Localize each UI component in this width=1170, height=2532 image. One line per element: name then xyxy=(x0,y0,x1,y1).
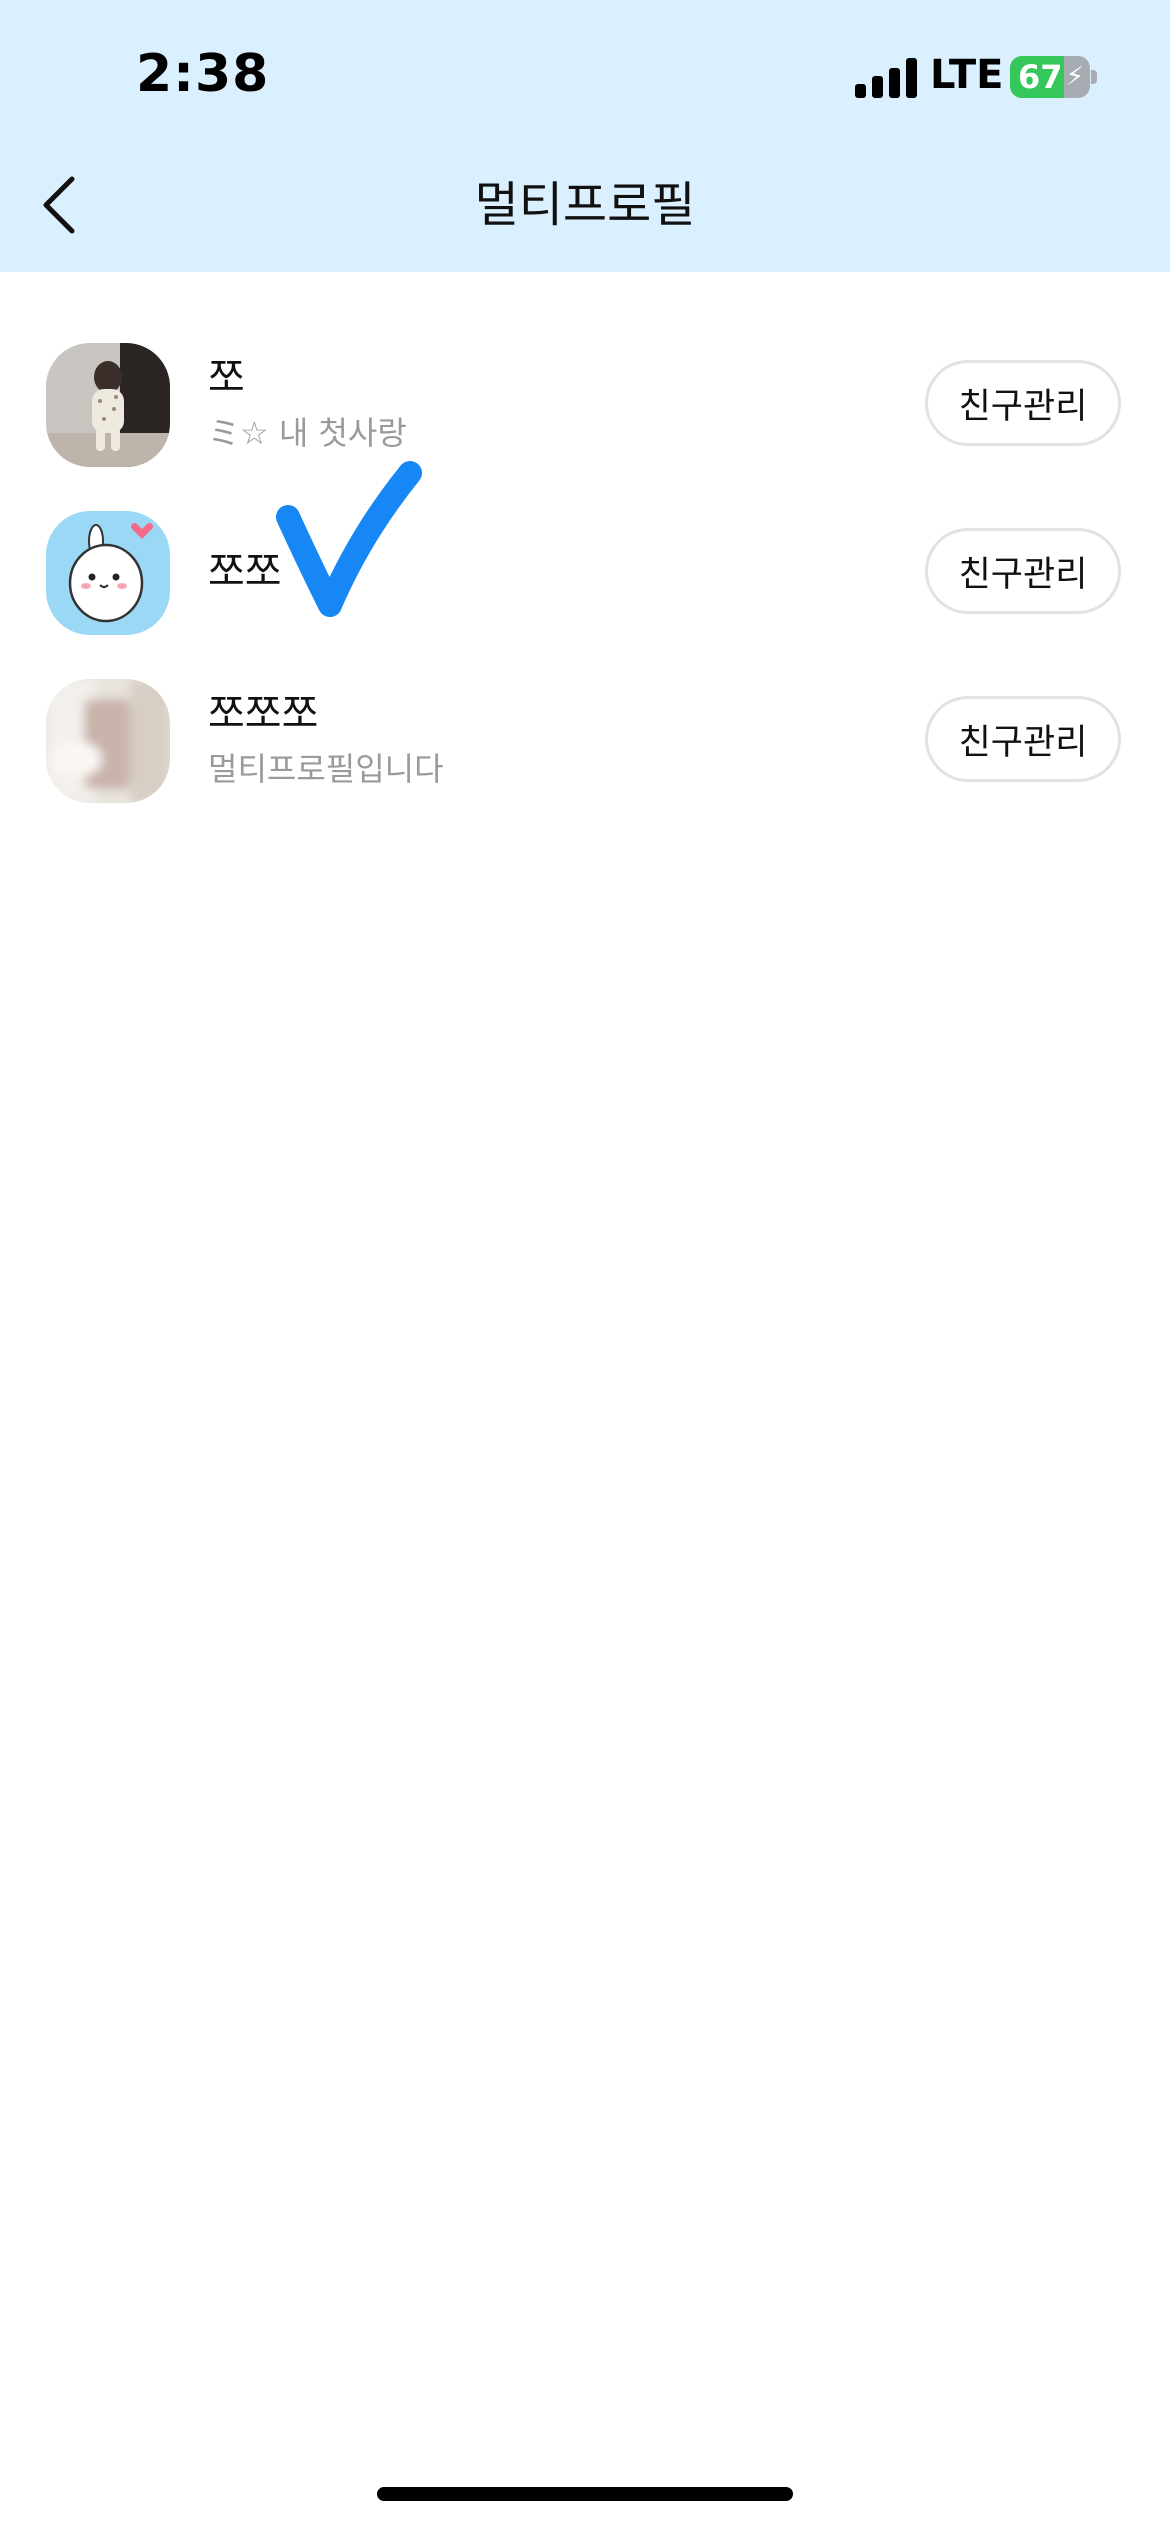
profile-avatar[interactable] xyxy=(46,511,170,635)
bunny-character-thumbnail xyxy=(46,511,170,635)
home-indicator[interactable] xyxy=(377,2487,793,2501)
manage-friends-button[interactable]: 친구관리 xyxy=(925,360,1121,446)
charging-bolt-icon: ⚡ xyxy=(1065,62,1084,92)
battery-nub xyxy=(1091,70,1097,84)
network-type: LTE xyxy=(930,52,1004,98)
signal-icon xyxy=(855,58,917,98)
profile-status-message: 멀티프로필입니다 xyxy=(208,750,444,788)
profile-row[interactable]: 쪼쪼쪼 멀티프로필입니다 친구관리 xyxy=(0,679,1170,847)
manage-friends-button[interactable]: 친구관리 xyxy=(925,696,1121,782)
profile-name: 쪼쪼쪼 xyxy=(208,691,319,737)
profile-avatar[interactable] xyxy=(46,679,170,803)
battery-icon: 67 ⚡ xyxy=(1010,56,1090,98)
check-mark-icon xyxy=(276,461,422,617)
profile-row[interactable]: 쪼 ミ☆ 내 첫사랑 친구관리 xyxy=(0,343,1170,511)
profile-name: 쪼 xyxy=(208,355,245,401)
page-title: 멀티프로필 xyxy=(474,177,696,233)
status-time: 2:38 xyxy=(136,44,270,104)
blurred-photo-thumbnail xyxy=(46,679,170,803)
profile-status-message: ミ☆ 내 첫사랑 xyxy=(208,414,407,452)
manage-friends-button[interactable]: 친구관리 xyxy=(925,528,1121,614)
profile-row[interactable]: 쪼쪼 친구관리 xyxy=(0,511,1170,679)
profile-avatar[interactable] xyxy=(46,343,170,467)
header-bar: 2:38 LTE 67 ⚡ 멀티프로필 xyxy=(0,0,1170,272)
photo-thumbnail xyxy=(46,343,170,467)
